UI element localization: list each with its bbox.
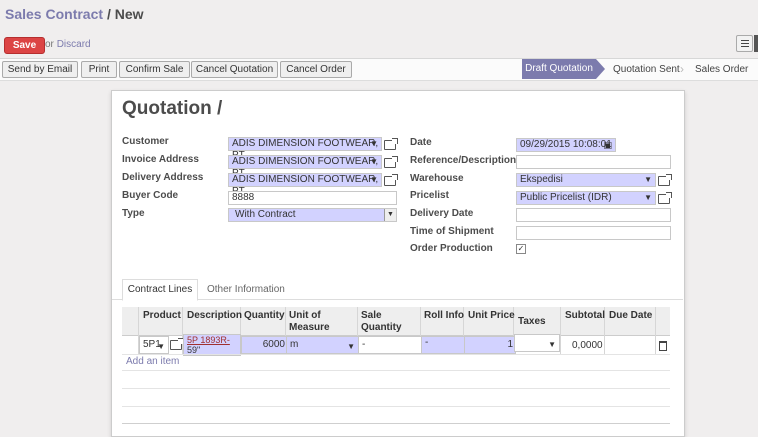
row-uom-value: m [290,339,299,350]
pricelist-value: Public Pricelist (IDR) [520,192,612,203]
cancel-order-button[interactable]: Cancel Order [280,61,352,78]
stage-quotation-sent: Quotation Sent [613,64,680,75]
row-description-field[interactable]: 5P 1893R- 59" [183,334,241,356]
order-production-checkbox[interactable]: ✓ [516,244,526,254]
type-select[interactable]: With Contract ▼ [228,208,397,222]
external-link-icon[interactable] [384,174,398,186]
row-divider [122,354,670,355]
row-quantity-field[interactable]: 6000 [241,336,288,354]
row-roll-info-field[interactable]: - [421,336,465,354]
col-taxes[interactable]: Taxes [518,316,546,327]
col-sale-qty-line2[interactable]: Quantity [361,322,402,333]
row-product-field[interactable]: 5P1 ▼ [139,336,169,354]
invoice-address-label: Invoice Address [122,154,199,165]
col-roll-info[interactable]: Roll Info [424,310,464,321]
row-unit-price-field[interactable]: 1 [464,336,516,354]
stage-draft-quotation: Draft Quotation [522,59,596,79]
stage-separator-icon: › [680,62,684,76]
buyer-code-field[interactable]: 8888 [228,191,397,205]
customer-label: Customer [122,136,169,147]
tab-contract-lines[interactable]: Contract Lines [122,279,198,301]
warehouse-value: Ekspedisi [520,174,563,185]
type-value: With Contract [235,209,296,220]
row-description-line1: 5P 1893R- [187,335,230,345]
save-button[interactable]: Save [4,37,45,54]
row-divider [122,406,670,407]
breadcrumb-parent-link[interactable]: Sales Contract [5,6,103,22]
send-by-email-button[interactable]: Send by Email [2,61,78,78]
stage-sales-order: Sales Order [695,64,749,75]
warehouse-label: Warehouse [410,173,464,184]
discard-group: or Discard [45,39,91,50]
col-sale-qty-line1[interactable]: Sale [361,310,382,321]
col-quantity[interactable]: Quantity [244,310,285,321]
buyer-code-label: Buyer Code [122,190,179,201]
row-divider [122,423,670,424]
customer-field[interactable]: ADIS DIMENSION FOOTWEAR, PT ▼ [228,137,382,161]
stage-arrow [596,59,605,79]
column-divider [560,307,561,355]
chevron-down-icon[interactable]: ▼ [644,192,652,204]
col-unit-price[interactable]: Unit Price [468,310,515,321]
list-view-icon[interactable] [736,35,753,52]
row-divider [122,388,670,389]
external-link-icon[interactable] [384,156,398,168]
add-item-link[interactable]: Add an item [126,356,179,367]
confirm-sale-button[interactable]: Confirm Sale [119,61,190,78]
delivery-date-label: Delivery Date [410,208,474,219]
external-link-icon[interactable] [658,192,672,204]
col-description[interactable]: Description [187,310,242,321]
reference-label: Reference/Description [410,155,517,166]
or-text: or [45,39,54,50]
delivery-address-field[interactable]: ADIS DIMENSION FOOTWEAR, PT ▼ [228,173,382,197]
form-view-icon[interactable] [754,35,758,52]
cancel-quotation-button[interactable]: Cancel Quotation [191,61,278,78]
tab-other-information[interactable]: Other Information [207,284,285,295]
column-divider [655,307,656,355]
breadcrumb: Sales Contract / New [5,6,144,22]
breadcrumb-separator: / [106,6,111,22]
type-label: Type [122,208,145,219]
print-button[interactable]: Print [81,61,117,78]
col-product[interactable]: Product [143,310,181,321]
delivery-date-field[interactable] [516,208,671,222]
external-link-icon[interactable] [384,138,398,150]
breadcrumb-current: New [114,6,144,22]
col-uom-line2[interactable]: Measure [289,322,330,333]
invoice-address-field[interactable]: ADIS DIMENSION FOOTWEAR, PT ▼ [228,155,382,179]
row-sale-quantity-field[interactable]: - [358,336,422,354]
col-due-date[interactable]: Due Date [609,310,652,321]
external-link-icon[interactable] [170,338,184,350]
warehouse-field[interactable]: Ekspedisi ▼ [516,173,656,187]
chevron-down-icon[interactable]: ▼ [157,339,165,355]
pricelist-label: Pricelist [410,190,449,201]
delivery-address-label: Delivery Address [122,172,204,183]
row-subtotal: 0,0000 [572,340,603,351]
chevron-down-icon[interactable]: ▼ [644,174,652,186]
date-value: 09/29/2015 10:08:01 [520,139,612,150]
pricelist-field[interactable]: Public Pricelist (IDR) ▼ [516,191,656,205]
chevron-down-icon[interactable]: ▼ [384,209,396,221]
chevron-down-icon[interactable]: ▼ [370,174,378,186]
page-title: Quotation / [122,98,223,119]
time-of-shipment-field[interactable] [516,226,671,240]
date-field[interactable]: 09/29/2015 10:08:01 ▣ [516,138,616,152]
chevron-down-icon[interactable]: ▼ [370,138,378,150]
reference-field[interactable] [516,155,671,169]
row-uom-field[interactable]: m ▼ [286,336,359,354]
chevron-down-icon[interactable]: ▼ [347,339,355,355]
order-production-label: Order Production [410,243,493,254]
chevron-down-icon[interactable]: ▼ [548,337,556,353]
row-divider [122,370,670,371]
date-label: Date [410,137,432,148]
external-link-icon[interactable] [658,174,672,186]
discard-link[interactable]: Discard [57,39,91,50]
chevron-down-icon[interactable]: ▼ [370,156,378,168]
trash-icon[interactable] [659,341,667,351]
row-taxes-field[interactable]: ▼ [514,334,560,352]
time-of-shipment-label: Time of Shipment [410,226,494,237]
calendar-icon[interactable]: ▣ [603,139,612,151]
col-uom-line1[interactable]: Unit of [289,310,321,321]
col-subtotal[interactable]: Subtotal [565,310,605,321]
